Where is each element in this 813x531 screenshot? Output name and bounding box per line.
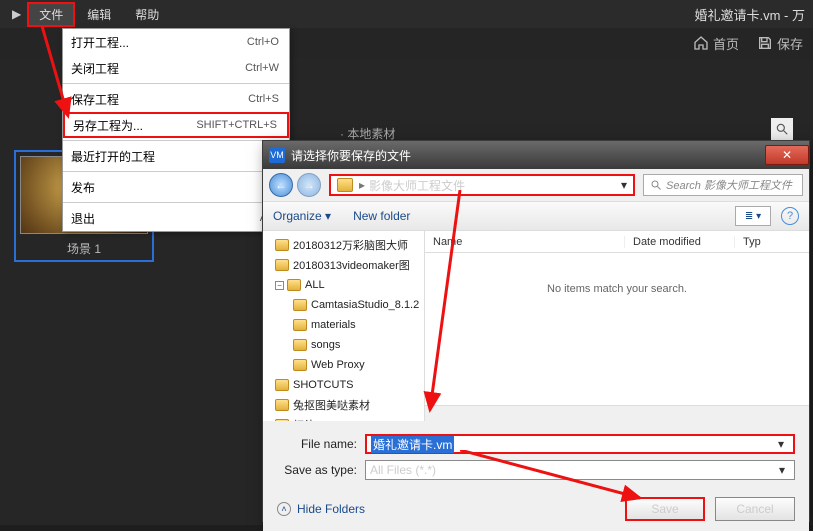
menu-help[interactable]: 帮助	[123, 2, 171, 27]
play-icon: ▶	[12, 7, 21, 21]
floppy-icon	[757, 35, 773, 51]
tree-node[interactable]: CamtasiaStudio_8.1.2	[263, 295, 424, 315]
chevron-down-icon[interactable]: ▾	[773, 437, 789, 451]
filename-label: File name:	[277, 437, 365, 451]
chevron-down-icon[interactable]: ▾	[774, 463, 790, 477]
help-icon: ?	[787, 210, 793, 222]
nav-forward-button[interactable]: →	[297, 173, 321, 197]
tree-node[interactable]: 20180312万彩脑图大师	[263, 235, 424, 255]
app-badge-icon: VM	[269, 147, 285, 163]
folder-icon	[275, 239, 289, 251]
folder-icon	[293, 299, 307, 311]
menu-save-project[interactable]: 保存工程Ctrl+S	[63, 86, 289, 112]
folder-icon	[287, 279, 301, 291]
menu-publish[interactable]: 发布	[63, 174, 289, 200]
organize-button[interactable]: Organize ▾	[273, 209, 331, 223]
path-crumb[interactable]: ▸ 影像大师工程文件 ▾	[329, 174, 635, 196]
chevron-down-icon[interactable]: ▾	[621, 178, 627, 192]
menu-recent[interactable]: 最近打开的工程	[63, 143, 289, 169]
nav-back-button[interactable]: ←	[269, 173, 293, 197]
dialog-search-input[interactable]: Search 影像大师工程文件	[643, 174, 803, 196]
save-dialog: VM 请选择你要保存的文件 ✕ ← → ▸ 影像大师工程文件 ▾ Search …	[262, 140, 810, 522]
collapse-icon[interactable]: −	[275, 281, 284, 290]
view-mode-button[interactable]: ≣ ▾	[735, 206, 771, 226]
folder-icon	[275, 379, 289, 391]
tree-node[interactable]: −ALL	[263, 275, 424, 295]
dialog-close-button[interactable]: ✕	[765, 145, 809, 165]
tree-node[interactable]: materials	[263, 315, 424, 335]
file-menu-dropdown: 打开工程...Ctrl+O 关闭工程Ctrl+W 保存工程Ctrl+S 另存工程…	[62, 28, 290, 232]
cancel-button[interactable]: Cancel	[715, 497, 795, 521]
home-icon	[693, 35, 709, 51]
magnifier-icon	[775, 122, 789, 136]
search-icon-box[interactable]	[771, 118, 793, 140]
savetype-select[interactable]: All Files (*.*)▾	[365, 460, 795, 480]
window-title: 婚礼邀请卡.vm - 万	[695, 5, 813, 24]
folder-icon	[293, 319, 307, 331]
menu-file[interactable]: 文件	[27, 2, 75, 27]
magnifier-icon	[650, 179, 662, 191]
help-button[interactable]: ?	[781, 207, 799, 225]
filename-input[interactable]: 婚礼邀请卡.vm▾	[365, 434, 795, 454]
save-button[interactable]: Save	[625, 497, 705, 521]
menu-open-project[interactable]: 打开工程...Ctrl+O	[63, 29, 289, 55]
horizontal-scrollbar[interactable]	[425, 405, 809, 421]
folder-icon	[275, 419, 289, 421]
folder-icon	[275, 399, 289, 411]
tree-node[interactable]: 兔抠图美哒素材	[263, 395, 424, 415]
empty-message: No items match your search.	[425, 283, 809, 295]
hide-folders-toggle[interactable]: ˄ Hide Folders	[277, 502, 365, 516]
folder-icon	[293, 359, 307, 371]
home-button[interactable]: 首页	[693, 34, 739, 53]
tree-node[interactable]: 20180313videomaker图	[263, 255, 424, 275]
menu-save-as[interactable]: 另存工程为...SHIFT+CTRL+S	[63, 112, 289, 138]
menu-exit[interactable]: 退出Alt+	[63, 205, 289, 231]
menu-edit[interactable]: 编辑	[75, 2, 123, 27]
tree-node[interactable]: songs	[263, 335, 424, 355]
tree-node[interactable]: 权律二	[263, 415, 424, 421]
chevron-up-icon: ˄	[277, 502, 291, 516]
scene-caption: 场景 1	[20, 240, 148, 257]
tree-node[interactable]: Web Proxy	[263, 355, 424, 375]
savetype-label: Save as type:	[277, 463, 365, 477]
folder-icon	[293, 339, 307, 351]
dialog-title: 请选择你要保存的文件	[291, 147, 411, 164]
arrow-left-icon: ←	[275, 178, 287, 192]
menu-close-project[interactable]: 关闭工程Ctrl+W	[63, 55, 289, 81]
folder-icon	[275, 259, 289, 271]
tree-node[interactable]: SHOTCUTS	[263, 375, 424, 395]
folder-icon	[337, 178, 353, 192]
new-folder-button[interactable]: New folder	[353, 209, 410, 223]
folder-tree[interactable]: 20180312万彩脑图大师 20180313videomaker图 −ALL …	[263, 231, 425, 421]
arrow-right-icon: →	[303, 178, 315, 192]
save-button-top[interactable]: 保存	[757, 34, 803, 53]
list-header[interactable]: Name Date modified Typ	[425, 231, 809, 253]
close-icon: ✕	[782, 148, 792, 162]
